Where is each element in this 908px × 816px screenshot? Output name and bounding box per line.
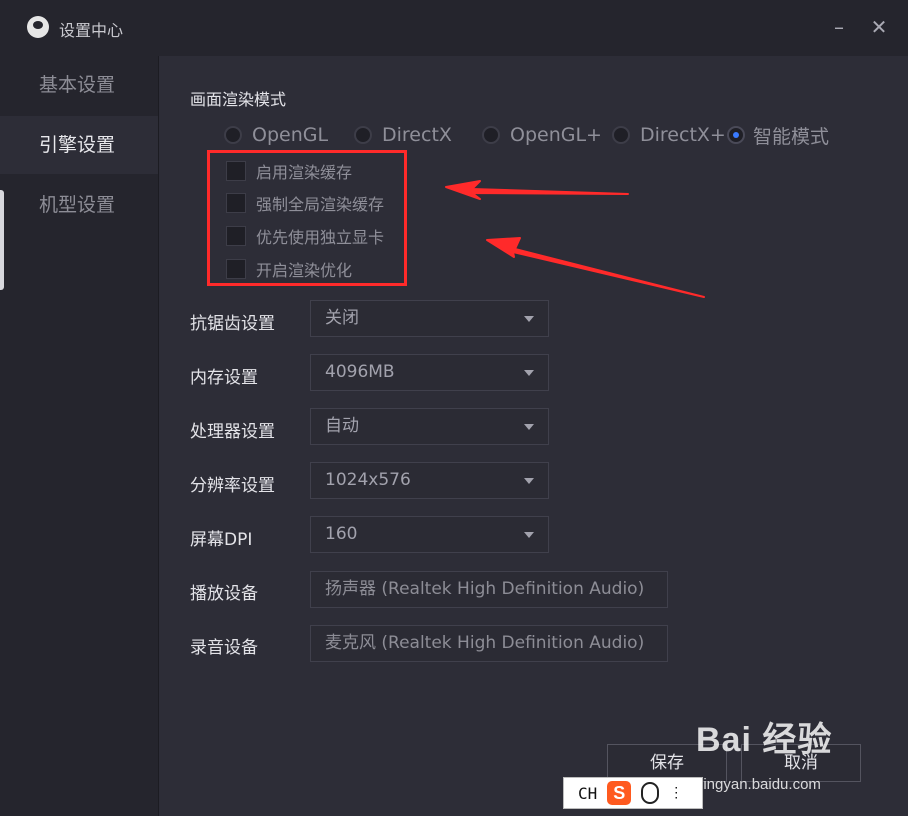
radio-button-selected[interactable] bbox=[727, 126, 745, 144]
dpi-label: 屏幕DPI bbox=[190, 530, 253, 550]
antialias-label: 抗锯齿设置 bbox=[190, 314, 275, 334]
cpu-select[interactable]: 自动 bbox=[310, 408, 549, 445]
sidebar: 基本设置 引擎设置 机型设置 bbox=[0, 56, 159, 816]
sogou-icon[interactable]: S bbox=[607, 781, 632, 805]
minimize-icon[interactable]: – bbox=[826, 14, 852, 40]
playback-device-label: 播放设备 bbox=[190, 584, 258, 604]
chevron-down-icon bbox=[524, 478, 534, 484]
select-value: 扬声器 (Realtek High Definition Audio) bbox=[325, 579, 645, 599]
radio-label: 智能模式 bbox=[753, 125, 830, 148]
radio-opengl[interactable]: OpenGL bbox=[224, 121, 328, 149]
chevron-down-icon bbox=[524, 424, 534, 430]
window-title: 设置中心 bbox=[59, 21, 124, 40]
memory-label: 内存设置 bbox=[190, 368, 258, 388]
radio-opengl-plus[interactable]: OpenGL+ bbox=[482, 121, 602, 149]
radio-label: OpenGL bbox=[252, 124, 329, 146]
more-icon[interactable]: ⋮ bbox=[669, 785, 683, 801]
sidebar-item-label: 基本设置 bbox=[39, 74, 116, 96]
title-bar: 设置中心 – ✕ bbox=[0, 0, 908, 56]
sidebar-item-label: 机型设置 bbox=[39, 194, 116, 216]
radio-button[interactable] bbox=[612, 126, 630, 144]
sidebar-item-model-settings[interactable]: 机型设置 bbox=[0, 176, 158, 234]
chevron-down-icon bbox=[524, 532, 534, 538]
select-value: 自动 bbox=[325, 416, 359, 436]
watermark-url: jingyan.baidu.com bbox=[700, 776, 821, 793]
close-icon[interactable]: ✕ bbox=[866, 14, 892, 40]
radio-label: DirectX+ bbox=[640, 124, 726, 146]
sidebar-item-label: 引擎设置 bbox=[39, 134, 116, 156]
watermark-logo: Bai 经验 bbox=[696, 712, 832, 761]
resolution-label: 分辨率设置 bbox=[190, 476, 275, 496]
background-window-edge bbox=[0, 190, 4, 290]
annotation-arrow-upper bbox=[445, 180, 629, 200]
chevron-down-icon bbox=[524, 316, 534, 322]
dpi-select[interactable]: 160 bbox=[310, 516, 549, 553]
memory-select[interactable]: 4096MB bbox=[310, 354, 549, 391]
antialias-select[interactable]: 关闭 bbox=[310, 300, 549, 337]
watermark-text: Bai 经验 bbox=[696, 721, 833, 759]
playback-device-select[interactable]: 扬声器 (Realtek High Definition Audio) bbox=[310, 571, 668, 608]
radio-label: DirectX bbox=[382, 124, 452, 146]
radio-button[interactable] bbox=[224, 126, 242, 144]
radio-directx-plus[interactable]: DirectX+ bbox=[612, 121, 726, 149]
select-value: 160 bbox=[325, 524, 358, 544]
annotation-highlight-box bbox=[207, 150, 407, 286]
microphone-icon[interactable] bbox=[641, 782, 660, 804]
radio-label: OpenGL+ bbox=[510, 124, 602, 146]
select-value: 4096MB bbox=[325, 362, 395, 382]
recording-device-select[interactable]: 麦克风 (Realtek High Definition Audio) bbox=[310, 625, 668, 662]
resolution-select[interactable]: 1024x576 bbox=[310, 462, 549, 499]
radio-smart-mode[interactable]: 智能模式 bbox=[727, 121, 829, 149]
app-logo-icon bbox=[27, 16, 49, 38]
select-value: 关闭 bbox=[325, 308, 359, 328]
recording-device-label: 录音设备 bbox=[190, 638, 258, 658]
settings-window: 设置中心 – ✕ 基本设置 引擎设置 机型设置 画面渲染模式 OpenGL Di… bbox=[0, 0, 908, 816]
radio-button[interactable] bbox=[354, 126, 372, 144]
sidebar-item-engine-settings[interactable]: 引擎设置 bbox=[0, 116, 158, 174]
annotation-arrow-lower bbox=[486, 237, 705, 298]
ime-toolbar: CH S ⋮ bbox=[563, 777, 703, 809]
radio-button[interactable] bbox=[482, 126, 500, 144]
radio-directx[interactable]: DirectX bbox=[354, 121, 452, 149]
sidebar-item-basic-settings[interactable]: 基本设置 bbox=[0, 56, 158, 114]
cpu-label: 处理器设置 bbox=[190, 422, 275, 442]
render-mode-title: 画面渲染模式 bbox=[190, 90, 287, 109]
ime-language[interactable]: CH bbox=[578, 784, 597, 803]
chevron-down-icon bbox=[524, 370, 534, 376]
select-value: 1024x576 bbox=[325, 470, 411, 490]
select-value: 麦克风 (Realtek High Definition Audio) bbox=[325, 633, 645, 653]
